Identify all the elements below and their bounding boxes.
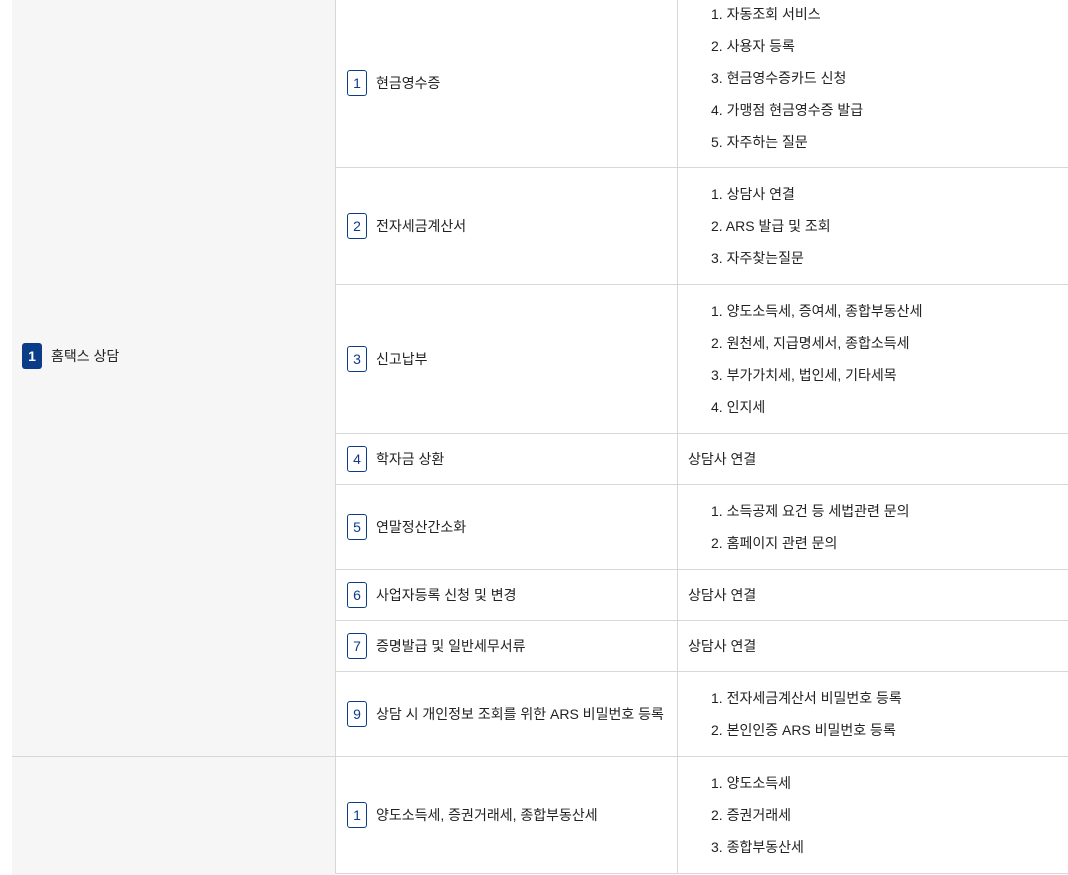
submenu-item: 5. 자주하는 질문 [711,134,808,150]
service-cell: 4 학자금 상환 [336,434,677,484]
table-row: 7 증명발급 및 일반세무서류 상담사 연결 [335,621,1068,672]
submenu-list: 1. 자동조회 서비스 2. 사용자 등록 3. 현금영수증카드 신청 4. 가… [711,0,863,158]
category-number-badge: 1 [22,343,42,369]
submenu-list: 1. 상담사 연결 2. ARS 발급 및 조회 3. 자주찾는질문 [711,178,831,274]
service-label: 연말정산간소화 [376,519,467,535]
submenu-cell: 1. 상담사 연결 2. ARS 발급 및 조회 3. 자주찾는질문 [677,168,1068,284]
submenu-cell: 1. 자동조회 서비스 2. 사용자 등록 3. 현금영수증카드 신청 4. 가… [677,0,1068,167]
service-label: 현금영수증 [376,74,441,91]
category-heading: 1 홈택스 상담 [22,343,119,369]
service-label: 증명발급 및 일반세무서류 [376,638,526,654]
submenu-item: 2. ARS 발급 및 조회 [711,218,831,234]
submenu-item: 1. 자동조회 서비스 [711,6,821,22]
submenu-item: 3. 현금영수증카드 신청 [711,70,847,86]
submenu-single-text: 상담사 연결 [688,638,757,654]
service-cell: 1 현금영수증 [336,0,677,167]
service-label: 학자금 상환 [376,451,445,467]
table-row: 5 연말정산간소화 1. 소득공제 요건 등 세법관련 문의 2. 홈페이지 관… [335,485,1068,570]
service-cell: 5 연말정산간소화 [336,485,677,569]
table-row: 1 현금영수증 1. 자동조회 서비스 2. 사용자 등록 3. 현금영수증카드… [335,0,1068,168]
submenu-cell: 상담사 연결 [677,621,1068,671]
category-cell-hometax: 1 홈택스 상담 [12,0,335,757]
submenu-item: 4. 인지세 [711,399,766,415]
category-cell-second [12,757,335,875]
service-cell: 6 사업자등록 신청 및 변경 [336,570,677,620]
service-cell: 2 전자세금계산서 [336,168,677,284]
submenu-single-text: 상담사 연결 [688,587,757,603]
submenu-item: 2. 증권거래세 [711,807,791,823]
service-label: 양도소득세, 증권거래세, 종합부동산세 [376,807,598,823]
service-number-badge: 5 [347,514,367,540]
service-label: 상담 시 개인정보 조회를 위한 ARS 비밀번호 등록 [376,706,664,722]
submenu-list: 1. 소득공제 요건 등 세법관련 문의 2. 홈페이지 관련 문의 [711,495,910,559]
table-row: 3 신고납부 1. 양도소득세, 증여세, 종합부동산세 2. 원천세, 지급명… [335,285,1068,434]
submenu-item: 1. 소득공제 요건 등 세법관련 문의 [711,503,910,519]
service-number-badge: 6 [347,582,367,608]
service-number-badge: 7 [347,633,367,659]
submenu-item: 1. 전자세금계산서 비밀번호 등록 [711,690,902,706]
table-row: 4 학자금 상환 상담사 연결 [335,434,1068,485]
service-cell: 1 양도소득세, 증권거래세, 종합부동산세 [336,757,677,873]
submenu-cell: 1. 소득공제 요건 등 세법관련 문의 2. 홈페이지 관련 문의 [677,485,1068,569]
service-number-badge: 2 [347,213,367,239]
service-number-badge: 4 [347,446,367,472]
table-row: 9 상담 시 개인정보 조회를 위한 ARS 비밀번호 등록 1. 전자세금계산… [335,672,1068,757]
table-row: 1 양도소득세, 증권거래세, 종합부동산세 1. 양도소득세 2. 증권거래세… [335,757,1068,874]
submenu-item: 3. 부가가치세, 법인세, 기타세목 [711,367,897,383]
submenu-item: 3. 종합부동산세 [711,839,804,855]
submenu-item: 2. 원천세, 지급명세서, 종합소득세 [711,335,910,351]
service-cell: 7 증명발급 및 일반세무서류 [336,621,677,671]
ars-menu-table: 1 홈택스 상담 1 현금영수증 1. 자동조회 서비스 2. 사용자 등록 3… [0,0,1068,875]
service-number-badge: 1 [347,69,367,96]
table-row: 2 전자세금계산서 1. 상담사 연결 2. ARS 발급 및 조회 3. 자주… [335,168,1068,285]
submenu-list: 1. 양도소득세 2. 증권거래세 3. 종합부동산세 [711,767,804,863]
service-cell: 9 상담 시 개인정보 조회를 위한 ARS 비밀번호 등록 [336,672,677,756]
submenu-cell: 상담사 연결 [677,570,1068,620]
service-label: 전자세금계산서 [376,218,467,234]
submenu-item: 2. 사용자 등록 [711,38,795,54]
submenu-item: 2. 홈페이지 관련 문의 [711,535,838,551]
submenu-list: 1. 전자세금계산서 비밀번호 등록 2. 본인인증 ARS 비밀번호 등록 [711,682,902,746]
submenu-item: 1. 양도소득세 [711,775,791,791]
submenu-item: 1. 양도소득세, 증여세, 종합부동산세 [711,303,923,319]
table-row: 6 사업자등록 신청 및 변경 상담사 연결 [335,570,1068,621]
category-label: 홈택스 상담 [51,348,120,364]
service-cell: 3 신고납부 [336,285,677,433]
submenu-cell: 상담사 연결 [677,434,1068,484]
submenu-item: 3. 자주찾는질문 [711,250,804,266]
submenu-item: 2. 본인인증 ARS 비밀번호 등록 [711,722,896,738]
submenu-list: 1. 양도소득세, 증여세, 종합부동산세 2. 원천세, 지급명세서, 종합소… [711,295,922,423]
service-number-badge: 9 [347,701,367,727]
service-label: 신고납부 [376,351,428,367]
service-label: 사업자등록 신청 및 변경 [376,587,517,603]
service-number-badge: 1 [347,802,367,828]
submenu-cell: 1. 양도소득세, 증여세, 종합부동산세 2. 원천세, 지급명세서, 종합소… [677,285,1068,433]
submenu-single-text: 상담사 연결 [688,451,757,467]
submenu-cell: 1. 전자세금계산서 비밀번호 등록 2. 본인인증 ARS 비밀번호 등록 [677,672,1068,756]
submenu-item: 1. 상담사 연결 [711,186,795,202]
service-number-badge: 3 [347,346,367,372]
submenu-item: 4. 가맹점 현금영수증 발급 [711,102,864,118]
submenu-cell: 1. 양도소득세 2. 증권거래세 3. 종합부동산세 [677,757,1068,873]
